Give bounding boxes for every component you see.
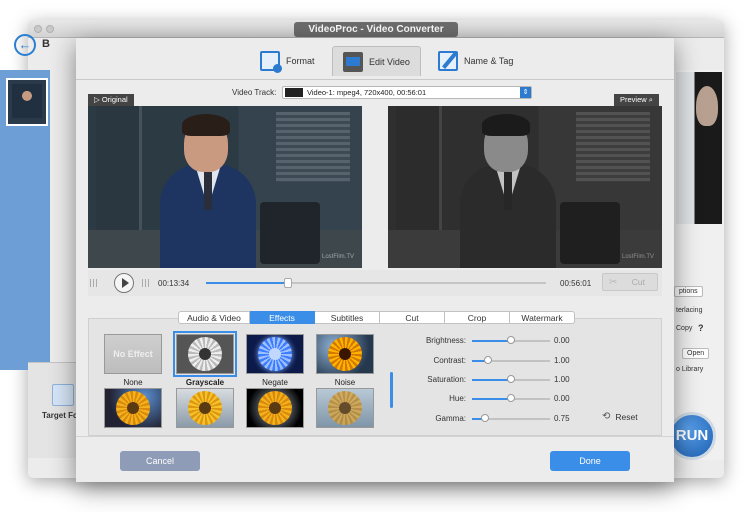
open-button[interactable]: Open [682,348,710,359]
main-titlebar: VideoProc - Video Converter [28,20,724,38]
adjust-slider[interactable] [472,414,550,422]
adjust-label: Gamma: [435,414,466,423]
effect-thumbnail [176,388,234,428]
video-watermark: LostFilm.TV [621,254,654,260]
no-effect-thumbnail: No Effect [104,334,162,374]
original-badge: ▷ Original [88,94,134,106]
adjust-slider[interactable] [472,336,550,344]
effect-grayscale[interactable]: Grayscale [173,331,237,387]
video-watermark: LostFilm.TV [321,254,354,260]
grayscale-thumbnail [173,331,237,377]
subtab-subtitles[interactable]: Subtitles [315,311,380,324]
grip-icon [90,279,98,287]
copy-label: Copy [676,325,693,332]
adjust-slider-handle[interactable] [483,356,492,364]
track-thumbnail [285,88,303,97]
video-track-select[interactable]: Video-1: mpeg4, 720x400, 00:56:01 ⇕ [282,86,532,99]
effects-scrollbar[interactable] [390,372,393,408]
subtab-watermark[interactable]: Watermark [510,311,575,324]
player-controls: 00:13:34 00:56:01 ✂ Cut [88,270,662,296]
reset-icon: ⟲ [602,411,611,422]
grip-icon [142,279,150,287]
adjust-slider-fill [472,398,511,400]
effect-6[interactable] [174,388,236,428]
noise-thumbnail [316,334,374,374]
video-file-thumbnail[interactable] [6,78,48,126]
adjust-value: 0.00 [554,336,570,345]
effect-thumbnail [104,388,162,428]
edit-dialog: Format Edit Video Name & Tag Video Track… [76,38,674,482]
target-format-label: Target Fo [42,411,78,420]
magnifier-icon: ⌕ [648,95,653,104]
adjust-slider-handle[interactable] [507,336,515,344]
adjust-value: 0.00 [554,394,570,403]
effect-thumbnail [246,388,304,428]
adjust-slider-fill [472,340,511,342]
adjust-label: Saturation: [427,375,466,384]
adjust-slider-handle[interactable] [507,394,515,402]
window-title: VideoProc - Video Converter [294,22,458,37]
adjust-label: Contrast: [433,356,466,365]
adjust-slider[interactable] [472,356,550,364]
total-time: 00:56:01 [560,279,592,288]
adjust-label: Hue: [449,394,466,403]
arrow-left-icon: ← [18,37,32,52]
chevron-updown-icon: ⇕ [520,87,531,98]
effect-noise[interactable]: Noise [314,334,376,387]
run-button[interactable]: RUN [668,412,716,460]
reset-button[interactable]: ⟲ Reset [602,411,638,422]
interlacing-label: terlacing [676,307,703,314]
original-video: LostFilm.TV [88,106,362,268]
help-icon[interactable]: ? [698,323,704,333]
done-button[interactable]: Done [550,451,630,471]
play-button[interactable] [114,273,134,293]
preview-video: LostFilm.TV [388,106,662,268]
library-label: o Library [676,366,704,373]
adjust-value: 1.00 [554,375,570,384]
adjust-value: 1.00 [554,356,570,365]
dialog-footer: Cancel Done [76,436,674,482]
current-time: 00:13:34 [158,279,190,288]
effect-negate[interactable]: Negate [244,334,306,387]
seek-bar[interactable] [206,278,546,288]
seek-progress [206,282,288,284]
adjust-slider[interactable] [472,375,550,383]
cancel-button[interactable]: Cancel [120,451,200,471]
effect-7[interactable] [244,388,306,428]
scissors-icon: ✂ [609,277,618,288]
adjust-slider-fill [472,379,511,381]
effect-5[interactable] [102,388,164,428]
video-track-row: Video Track: Video-1: mpeg4, 720x400, 00… [76,84,674,100]
effect-thumbnail [316,388,374,428]
edit-video-icon [343,51,363,72]
name-tag-icon [438,51,458,71]
adjust-slider-handle[interactable] [507,375,515,383]
subtab-cut[interactable]: Cut [380,311,445,324]
back-label: B [42,38,50,50]
tab-name-tag[interactable]: Name & Tag [428,46,523,76]
video-track-label: Video Track: [232,88,277,97]
effect-none[interactable]: No Effect None [102,334,164,387]
subtab-crop[interactable]: Crop [445,311,510,324]
format-icon [260,51,282,73]
dialog-tabbar: Format Edit Video Name & Tag [76,38,674,80]
edit-subtabs: Audio & Video Effects Subtitles Cut Crop… [178,311,575,324]
tab-edit-video[interactable]: Edit Video [332,46,421,76]
subtab-audio-video[interactable]: Audio & Video [178,311,250,324]
target-format-icon[interactable] [52,384,74,406]
cut-button[interactable]: ✂ Cut [602,273,658,291]
options-button[interactable]: ptions [674,286,703,297]
negate-thumbnail [246,334,304,374]
subtab-effects[interactable]: Effects [250,311,315,324]
tab-format[interactable]: Format [250,46,325,76]
seek-handle[interactable] [283,278,292,288]
adjust-slider[interactable] [472,394,550,402]
adjust-value: 0.75 [554,414,570,423]
adjust-label: Brightness: [425,336,466,345]
back-button[interactable]: ← [14,34,36,56]
preview-badge[interactable]: Preview ⌕ [614,94,659,106]
effect-8[interactable] [314,388,376,428]
